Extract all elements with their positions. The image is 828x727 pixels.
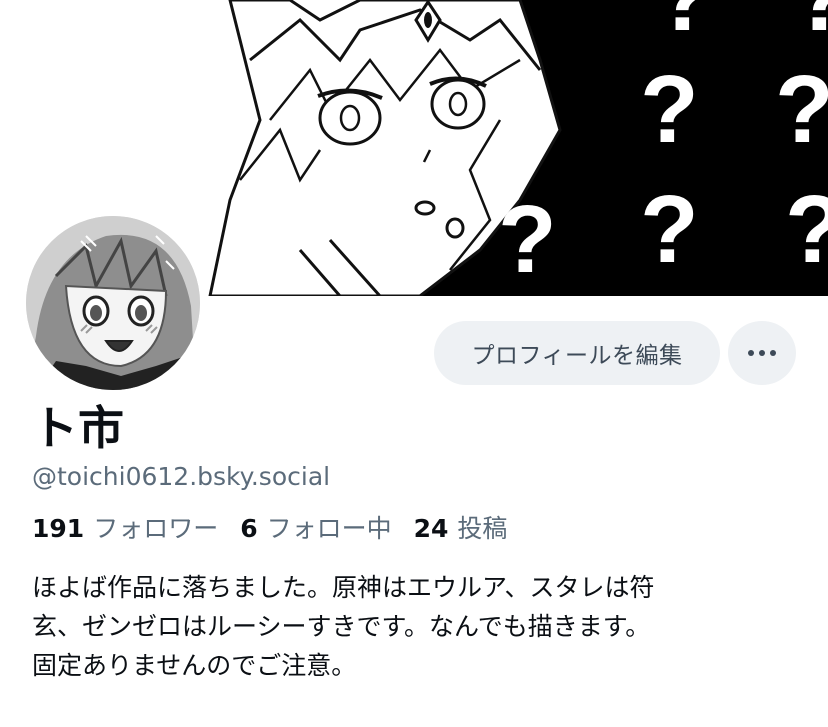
followers-label: フォロワー xyxy=(93,514,219,543)
more-options-button[interactable] xyxy=(728,321,796,385)
profile-bio: ほよば作品に落ちました。原神はエウルア、スタレは符 玄、ゼンゼロはルーシーすきで… xyxy=(32,573,655,680)
profile-page: ? ? ? ? ? ? ? xyxy=(0,0,828,727)
posts-count: 24 xyxy=(413,514,449,543)
svg-text:?: ? xyxy=(775,56,828,163)
ellipsis-dot xyxy=(748,350,754,356)
profile-stats: 191 フォロワー 6 フォロー中 24 投稿 xyxy=(32,512,507,546)
display-name: ト市 xyxy=(32,401,124,455)
following-count: 6 xyxy=(240,514,258,543)
edit-profile-button[interactable]: プロフィールを編集 xyxy=(434,321,720,385)
ellipsis-icon xyxy=(748,350,776,356)
posts-label: 投稿 xyxy=(457,514,508,543)
following-stat[interactable]: 6 フォロー中 xyxy=(240,512,391,546)
svg-text:?: ? xyxy=(640,176,699,283)
avatar[interactable] xyxy=(22,212,204,394)
followers-count: 191 xyxy=(32,514,85,543)
following-label: フォロー中 xyxy=(266,514,392,543)
svg-text:?: ? xyxy=(498,186,557,293)
ellipsis-dot xyxy=(759,350,765,356)
posts-stat: 24 投稿 xyxy=(414,512,508,546)
svg-text:?: ? xyxy=(785,176,828,283)
svg-text:?: ? xyxy=(792,0,828,51)
handle[interactable]: @toichi0612.bsky.social xyxy=(32,460,330,494)
svg-text:?: ? xyxy=(640,56,699,163)
svg-text:?: ? xyxy=(655,0,714,51)
ellipsis-dot xyxy=(770,350,776,356)
followers-stat[interactable]: 191 フォロワー xyxy=(32,512,218,546)
avatar-illustration xyxy=(26,216,200,390)
